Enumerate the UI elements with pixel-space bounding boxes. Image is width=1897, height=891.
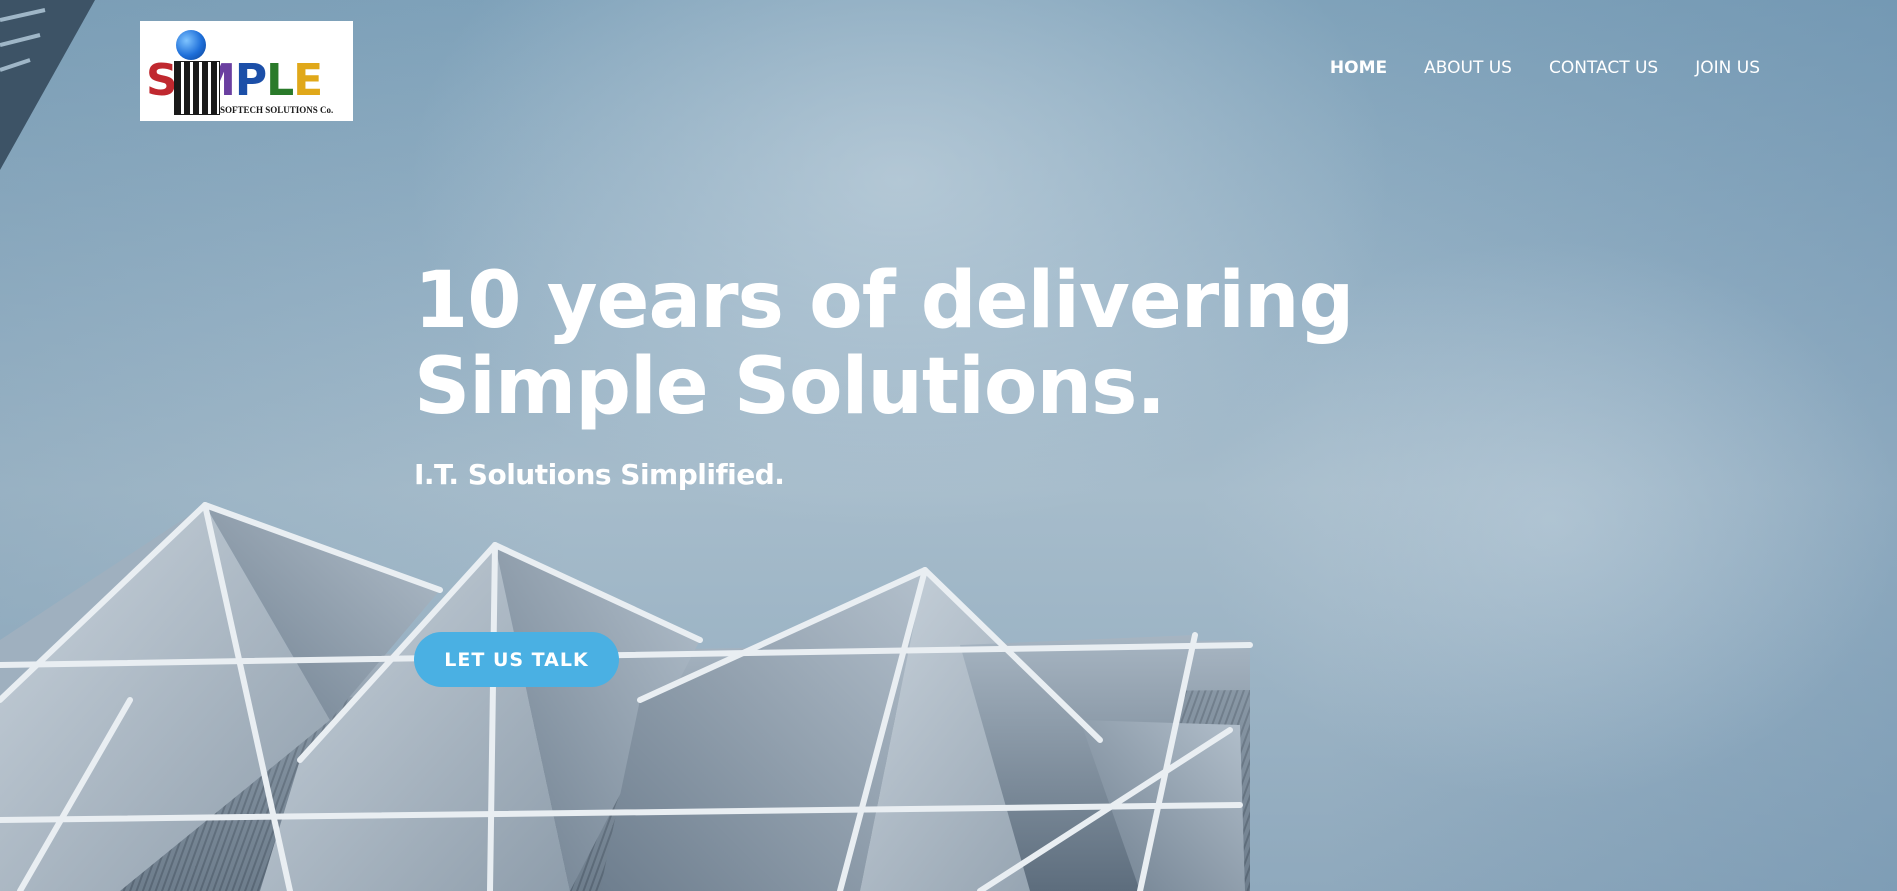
company-logo[interactable]: SIMPLE SOFTECH SOLUTIONS Co. [140, 21, 353, 121]
nav-item-contact-us[interactable]: CONTACT US [1549, 58, 1658, 78]
logo-tagline: SOFTECH SOLUTIONS Co. [220, 105, 334, 115]
let-us-talk-button[interactable]: LET US TALK [414, 632, 619, 687]
hero-headline: 10 years of delivering Simple Solutions. [414, 258, 1414, 430]
hero-section: SIMPLE SOFTECH SOLUTIONS Co. HOME ABOUT … [0, 0, 1897, 891]
hero-background-building-image [0, 502, 1253, 891]
nav-item-home[interactable]: HOME [1330, 58, 1387, 78]
hero-headline-line-2: Simple Solutions. [414, 342, 1166, 432]
hero-subheadline: I.T. Solutions Simplified. [414, 458, 785, 491]
logo-wordmark: SIMPLE [146, 55, 323, 106]
corner-strut-decoration [0, 0, 95, 170]
main-nav: HOME ABOUT US CONTACT US JOIN US [1330, 58, 1760, 78]
logo-barcode-mark [174, 61, 220, 115]
nav-item-join-us[interactable]: JOIN US [1695, 58, 1760, 78]
nav-item-about-us[interactable]: ABOUT US [1424, 58, 1512, 78]
hero-headline-line-1: 10 years of delivering [414, 256, 1354, 346]
